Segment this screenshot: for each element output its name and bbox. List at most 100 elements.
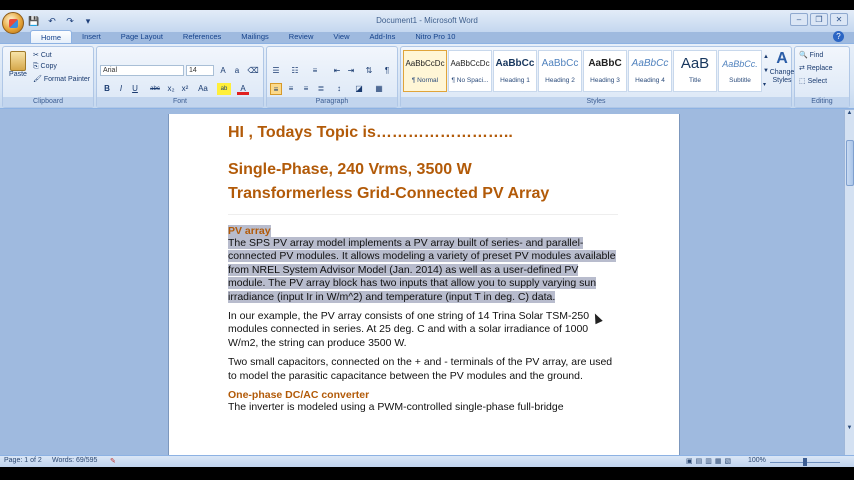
- replace-button[interactable]: ⇄ Replace: [799, 64, 833, 72]
- styles-group-label: Styles: [401, 97, 791, 107]
- style-heading-1[interactable]: AaBbCc Heading 1: [493, 50, 537, 92]
- style-subtitle[interactable]: AaBbCc. Subtitle: [718, 50, 762, 92]
- tab-insert[interactable]: Insert: [72, 30, 111, 44]
- editing-group-label: Editing: [795, 97, 849, 107]
- increase-indent-icon[interactable]: ⇥: [345, 65, 357, 77]
- maximize-button[interactable]: ❐: [810, 13, 828, 26]
- font-group: Arial 14 A a ⌫ B I U abc x₂ x² Aa ab A F…: [96, 46, 264, 108]
- bold-button[interactable]: B: [101, 83, 113, 95]
- document-area: HI , Todays Topic is…………………….. Single-Ph…: [0, 110, 844, 459]
- word-count[interactable]: Words: 69/595: [52, 457, 97, 464]
- style-sample: AaBbCcDc: [450, 59, 490, 68]
- scroll-thumb[interactable]: [846, 140, 854, 186]
- sort-icon[interactable]: ⇅: [363, 65, 375, 77]
- paragraph-2: In our example, the PV array consists of…: [228, 310, 590, 349]
- change-case-button[interactable]: Aa: [197, 83, 209, 95]
- document-content[interactable]: HI , Todays Topic is…………………….. Single-Ph…: [228, 124, 618, 414]
- align-center-icon[interactable]: ≡: [285, 83, 297, 95]
- font-size-combo[interactable]: 14: [186, 65, 214, 76]
- clipboard-group-label: Clipboard: [3, 97, 93, 107]
- minimize-button[interactable]: –: [790, 13, 808, 26]
- style-heading-4[interactable]: AaBbCc Heading 4: [628, 50, 672, 92]
- style-heading-2[interactable]: AaBbCc Heading 2: [538, 50, 582, 92]
- replace-icon: ⇄: [799, 65, 805, 72]
- tab-nitro-pro[interactable]: Nitro Pro 10: [405, 30, 465, 44]
- style-name: ¶ Normal: [411, 77, 439, 84]
- paragraph-3: Two small capacitors, connected on the +…: [228, 356, 613, 382]
- strikethrough-button[interactable]: abc: [147, 83, 163, 95]
- tab-add-ins[interactable]: Add-Ins: [360, 30, 406, 44]
- shrink-font-icon[interactable]: a: [231, 65, 243, 77]
- style-sample: AaBbCc: [495, 58, 535, 69]
- numbering-icon[interactable]: ☷: [289, 65, 301, 77]
- style-title[interactable]: AaB Title: [673, 50, 717, 92]
- borders-icon[interactable]: ▦: [373, 83, 385, 95]
- font-group-label: Font: [97, 97, 263, 107]
- bullets-icon[interactable]: ☰: [270, 65, 282, 77]
- tab-home[interactable]: Home: [30, 30, 73, 44]
- copy-button[interactable]: ⎘ Copy: [33, 63, 57, 71]
- style-no-spacing[interactable]: AaBbCcDc ¶ No Spaci...: [448, 50, 492, 92]
- align-right-icon[interactable]: ≡: [300, 83, 312, 95]
- tab-references[interactable]: References: [173, 30, 231, 44]
- help-icon[interactable]: ?: [833, 31, 844, 42]
- change-styles-icon: A: [776, 50, 788, 67]
- heading-line1: HI , Todays Topic is……………………..: [228, 124, 513, 141]
- style-normal[interactable]: AaBbCcDc ¶ Normal: [403, 50, 447, 92]
- document-page[interactable]: HI , Todays Topic is…………………….. Single-Ph…: [168, 114, 680, 459]
- subscript-button[interactable]: x₂: [165, 83, 177, 95]
- decrease-indent-icon[interactable]: ⇤: [331, 65, 343, 77]
- find-button[interactable]: 🔍 Find: [799, 51, 823, 59]
- office-button[interactable]: [2, 12, 24, 34]
- paste-label: Paste: [9, 71, 27, 78]
- close-button[interactable]: ✕: [830, 13, 848, 26]
- grow-font-icon[interactable]: A: [217, 65, 229, 77]
- multilevel-list-icon[interactable]: ≡: [309, 65, 321, 77]
- clipboard-icon: [10, 51, 26, 71]
- tab-page-layout[interactable]: Page Layout: [111, 30, 173, 44]
- align-left-icon[interactable]: ≡: [270, 83, 282, 95]
- font-name-combo[interactable]: Arial: [100, 65, 184, 76]
- ribbon: Paste ✂ Cut ⎘ Copy 🖌 Format Painter Clip…: [0, 43, 854, 109]
- find-label: Find: [809, 52, 824, 59]
- tab-review[interactable]: Review: [279, 30, 324, 44]
- style-name: Title: [688, 77, 702, 84]
- change-styles-label: Change Styles: [769, 69, 795, 84]
- page-indicator[interactable]: Page: 1 of 2: [4, 457, 42, 464]
- select-button[interactable]: ⬚ Select: [799, 77, 827, 85]
- tab-mailings[interactable]: Mailings: [231, 30, 279, 44]
- proofing-icon[interactable]: ✎: [110, 457, 116, 465]
- justify-icon[interactable]: ≣: [315, 83, 327, 95]
- cut-button[interactable]: ✂ Cut: [33, 51, 52, 59]
- doc-heading-line3: Transformerless Grid-Connected PV Array: [228, 185, 550, 202]
- scroll-up-icon[interactable]: ▲: [845, 110, 854, 120]
- style-sample: AaB: [680, 55, 710, 72]
- highlight-button[interactable]: ab: [217, 83, 231, 95]
- scroll-down-icon[interactable]: ▼: [845, 425, 854, 435]
- change-styles-button[interactable]: A Change Styles: [769, 49, 795, 85]
- line-spacing-icon[interactable]: ↕: [333, 83, 345, 95]
- zoom-level[interactable]: 100%: [748, 457, 766, 464]
- italic-button[interactable]: I: [115, 83, 127, 95]
- style-sample: AaBbCcDc: [405, 59, 445, 68]
- vertical-scrollbar[interactable]: ▲ ▼: [844, 110, 854, 455]
- clear-format-icon[interactable]: ⌫: [247, 65, 259, 77]
- paste-button[interactable]: Paste: [7, 51, 29, 81]
- shading-icon[interactable]: ◪: [353, 83, 365, 95]
- zoom-slider-thumb[interactable]: [803, 458, 807, 466]
- tab-view[interactable]: View: [323, 30, 359, 44]
- paragraph-4: The inverter is modeled using a PWM-cont…: [228, 401, 564, 414]
- underline-button[interactable]: U: [129, 83, 141, 95]
- superscript-button[interactable]: x²: [179, 83, 191, 95]
- view-buttons-icon[interactable]: ▣▤▥▦▧: [686, 457, 734, 465]
- style-name: Heading 2: [545, 77, 575, 84]
- format-painter-button[interactable]: 🖌 Format Painter: [33, 75, 90, 83]
- style-heading-3[interactable]: AaBbC Heading 3: [583, 50, 627, 92]
- font-color-button[interactable]: A: [237, 83, 249, 95]
- style-name: Subtitle: [729, 77, 751, 84]
- section1-title-text: PV array: [228, 225, 271, 237]
- status-bar: Page: 1 of 2 Words: 69/595 ✎ ▣▤▥▦▧ 100%: [0, 455, 854, 467]
- show-marks-icon[interactable]: ¶: [381, 65, 393, 77]
- window-title: Document1 - Microsoft Word: [376, 16, 478, 25]
